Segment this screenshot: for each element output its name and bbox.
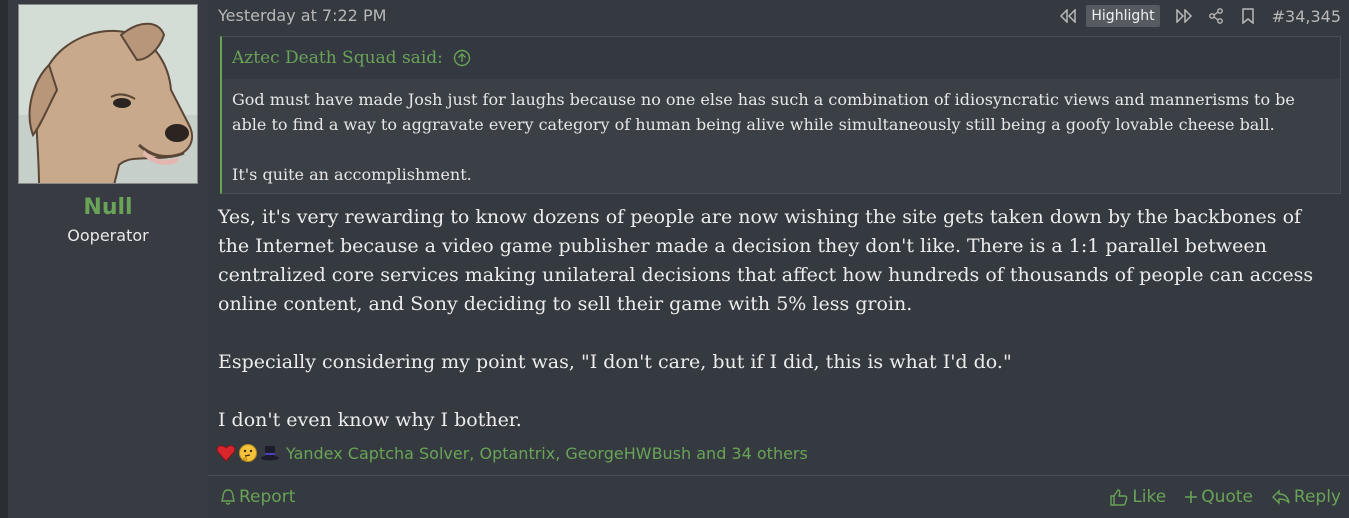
dog-avatar-image (19, 5, 197, 183)
bell-icon (221, 489, 235, 505)
quote-paragraph: It's quite an accomplishment. (232, 165, 472, 184)
post-footer: Report Like Quote Reply (208, 475, 1349, 518)
plus-icon (1185, 491, 1198, 503)
bookmark-icon[interactable] (1232, 4, 1264, 28)
post-number[interactable]: #34,345 (1272, 7, 1341, 26)
post-body: Yes, it's very rewarding to know dozens … (218, 203, 1338, 435)
arrow-up-circle-icon[interactable] (453, 49, 471, 67)
user-title: Ooperator (67, 226, 149, 245)
thumbs-up-icon (1110, 489, 1128, 506)
quote-body: God must have made Josh just for laughs … (222, 79, 1340, 195)
highlight-button[interactable]: Highlight (1086, 5, 1160, 27)
reply-icon (1271, 489, 1290, 505)
avatar[interactable] (18, 4, 198, 184)
fast-forward-icon[interactable] (1168, 4, 1200, 28)
username[interactable]: Null (8, 195, 208, 220)
rewind-icon[interactable] (1052, 4, 1084, 28)
post-tools: Highlight #34,345 (1052, 4, 1341, 28)
quote-button[interactable]: Quote (1184, 487, 1253, 507)
body-paragraph: Especially considering my point was, "I … (218, 351, 1012, 373)
heart-icon[interactable] (216, 442, 236, 464)
quote-header: Aztec Death Squad said: (222, 37, 1340, 79)
reaction-list-link[interactable]: Yandex Captcha Solver, Optantrix, George… (286, 444, 808, 463)
user-sidebar: Null Ooperator (8, 0, 208, 518)
body-paragraph: I don't even know why I bother. (218, 409, 522, 431)
quote-block: Aztec Death Squad said: God must have ma… (220, 36, 1341, 194)
quote-label: Quote (1201, 487, 1253, 507)
left-edge (0, 0, 8, 518)
quote-paragraph: God must have made Josh just for laughs … (232, 90, 1295, 134)
share-icon[interactable] (1200, 4, 1232, 28)
quote-author[interactable]: Aztec Death Squad said: (232, 48, 443, 68)
thinking-face-icon[interactable] (238, 442, 258, 464)
body-paragraph: Yes, it's very rewarding to know dozens … (218, 206, 1314, 315)
reply-label: Reply (1293, 487, 1341, 507)
report-button[interactable]: Report (220, 487, 295, 507)
like-button[interactable]: Like (1109, 487, 1166, 507)
report-label: Report (239, 487, 296, 507)
post-date[interactable]: Yesterday at 7:22 PM (218, 6, 386, 25)
reply-button[interactable]: Reply (1271, 487, 1341, 507)
top-hat-icon[interactable] (260, 442, 280, 464)
post-actions: Like Quote Reply (1109, 487, 1341, 507)
reactions-bar: Yandex Captcha Solver, Optantrix, George… (216, 440, 808, 466)
like-label: Like (1132, 487, 1167, 507)
forum-post: Null Ooperator Yesterday at 7:22 PM High… (0, 0, 1349, 518)
post-main: Yesterday at 7:22 PM Highlight #34,345 A… (208, 0, 1349, 518)
